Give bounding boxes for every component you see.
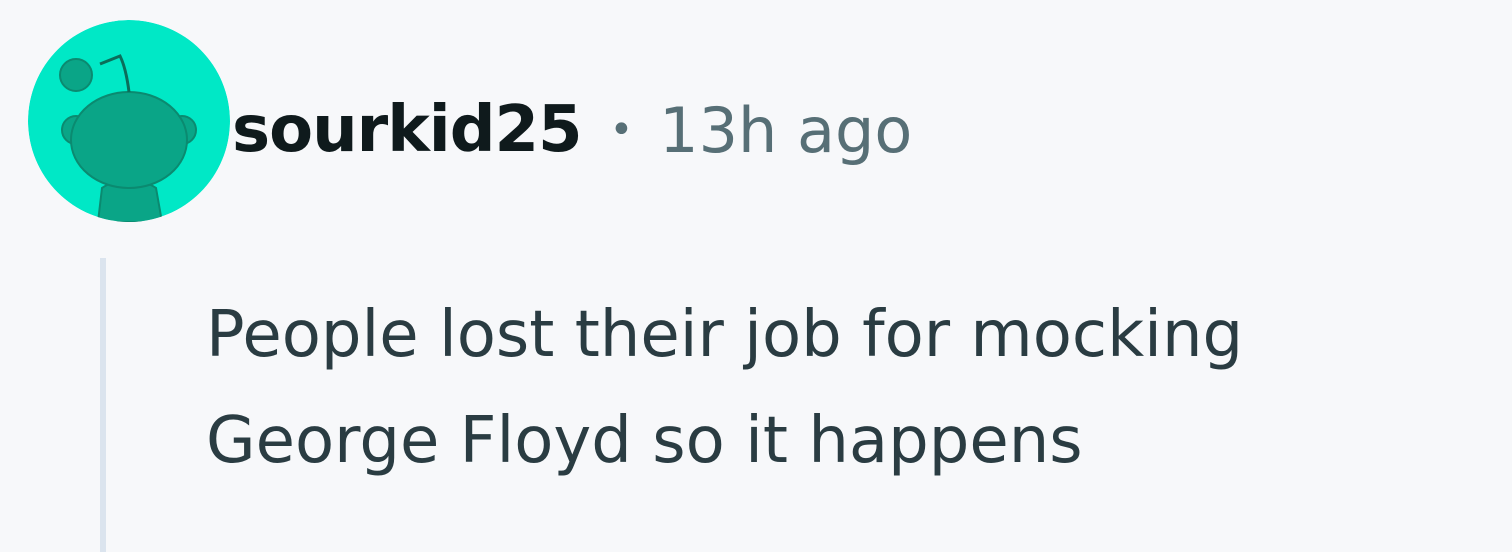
comment-timestamp[interactable]: 13h ago	[659, 94, 912, 167]
comment: sourkid25 • 13h ago People lost their jo…	[0, 0, 1512, 552]
author-username[interactable]: sourkid25	[232, 93, 583, 167]
comment-body-line: People lost their job for mocking	[206, 298, 1244, 372]
comment-header: sourkid25 • 13h ago	[232, 80, 912, 180]
meta-separator: •	[609, 107, 634, 153]
comment-body: People lost their job for mocking George…	[206, 282, 1506, 494]
comment-body-line: George Floyd so it happens	[206, 404, 1083, 478]
snoo-avatar-icon	[28, 20, 230, 222]
user-avatar[interactable]	[28, 20, 230, 222]
thread-collapse-line[interactable]	[100, 258, 106, 552]
